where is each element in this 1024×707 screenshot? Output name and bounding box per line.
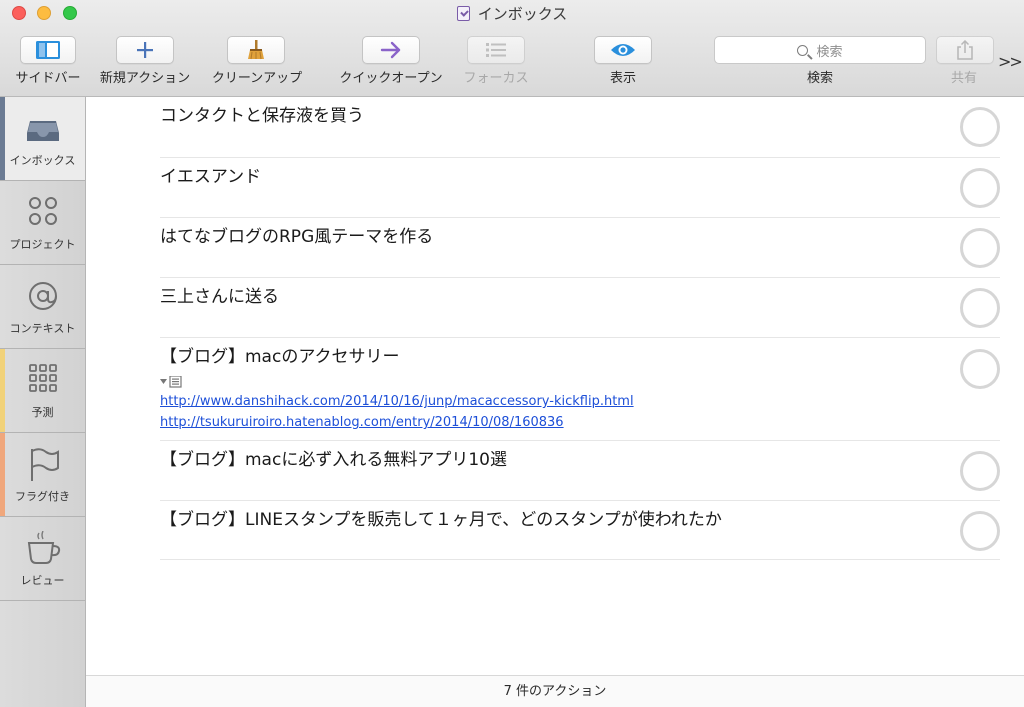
new-action-button-label: 新規アクション [99, 71, 191, 86]
action-title[interactable]: 【ブログ】macに必ず入れる無料アプリ10選 [160, 449, 507, 471]
sidebar-item-label: フラグ付き [15, 490, 70, 503]
quick-open-button[interactable] [362, 36, 420, 64]
window-title: インボックス [0, 4, 1024, 24]
coffee-cup-icon [27, 531, 61, 564]
window-title-text: インボックス [477, 5, 568, 23]
forecast-grid-icon [29, 364, 57, 392]
action-title[interactable]: はてなブログのRPG風テーマを作る [160, 226, 433, 248]
at-sign-icon [29, 282, 57, 310]
completion-checkbox[interactable] [960, 107, 1000, 147]
sidebar-item-contexts[interactable]: コンテキスト [0, 265, 85, 349]
share-button[interactable] [936, 36, 994, 64]
action-row[interactable]: コンタクトと保存液を買う [160, 97, 1000, 158]
note-link[interactable]: http://tsukuruiroiro.hatenablog.com/entr… [160, 414, 564, 432]
sidebar-item-inbox[interactable]: インボックス [0, 97, 85, 181]
action-row[interactable]: 三上さんに送る [160, 278, 1000, 338]
action-row[interactable]: 【ブログ】macに必ず入れる無料アプリ10選 [160, 441, 1000, 501]
flag-icon [31, 448, 59, 481]
toolbar-overflow-button[interactable]: >> [998, 52, 1023, 71]
cleanup-tool[interactable]: クリーンアップ [205, 36, 309, 90]
focus-list-icon [486, 43, 506, 57]
search-label: 検索 [806, 71, 833, 86]
sidebar-toggle-icon [36, 41, 60, 59]
view-button-label: 表示 [609, 71, 636, 86]
sidebar-item-review[interactable]: レビュー [0, 517, 85, 601]
view-button[interactable] [594, 36, 652, 64]
plus-icon [137, 42, 153, 58]
toolbar: インボックス サイドバー 新規アクション クリーンアップ クイックオープン フォ… [0, 0, 1024, 97]
note-link[interactable]: http://www.danshihack.com/2014/10/16/jun… [160, 393, 634, 411]
document-check-icon [456, 6, 470, 21]
focus-button-label: フォーカス [463, 71, 529, 86]
new-action-tool[interactable]: 新規アクション [94, 36, 196, 90]
action-title[interactable]: コンタクトと保存液を買う [160, 105, 364, 127]
share-icon [957, 40, 973, 60]
note-disclosure-icon[interactable] [160, 376, 184, 388]
arrow-right-icon [380, 41, 401, 59]
share-tool[interactable]: 共有 [934, 36, 994, 90]
inbox-icon [27, 121, 59, 141]
broom-icon [248, 40, 264, 60]
quick-open-tool[interactable]: クイックオープン [332, 36, 450, 90]
eye-icon [611, 44, 635, 56]
search-tool[interactable]: 検索 検索 [714, 36, 926, 90]
sidebar-item-label: コンテキスト [9, 322, 76, 335]
action-row[interactable]: はてなブログのRPG風テーマを作る [160, 218, 1000, 278]
action-row[interactable]: 【ブログ】macのアクセサリー http://www.danshihack.co… [160, 338, 1000, 441]
completion-checkbox[interactable] [960, 168, 1000, 208]
sidebar-item-flagged[interactable]: フラグ付き [0, 433, 85, 517]
sidebar-item-forecast[interactable]: 予測 [0, 349, 85, 433]
sidebar-tool[interactable]: サイドバー [12, 36, 84, 90]
cleanup-button-label: クリーンアップ [211, 71, 303, 86]
status-bar: 7 件のアクション [86, 675, 1024, 707]
action-row[interactable]: イエスアンド [160, 158, 1000, 218]
action-count: 7 件のアクション [503, 684, 607, 699]
sidebar-item-label: レビュー [20, 574, 65, 587]
search-placeholder: 検索 [816, 44, 843, 60]
cleanup-button[interactable] [227, 36, 285, 64]
action-list: コンタクトと保存液を買う イエスアンド はてなブログのRPG風テーマを作る 三上… [86, 97, 1024, 675]
completion-checkbox[interactable] [960, 511, 1000, 551]
focus-tool[interactable]: フォーカス [456, 36, 536, 90]
action-row[interactable]: 【ブログ】LINEスタンプを販売して１ヶ月で、どのスタンプが使われたか [160, 501, 1000, 560]
projects-icon [29, 197, 57, 225]
sidebar: インボックス プロジェクト コンテキスト 予測 フラグ付き レビュー [0, 97, 86, 707]
action-title[interactable]: 三上さんに送る [160, 286, 279, 308]
quick-open-button-label: クイックオープン [339, 71, 443, 86]
sidebar-item-projects[interactable]: プロジェクト [0, 181, 85, 265]
sidebar-item-label: インボックス [9, 154, 76, 167]
action-title[interactable]: 【ブログ】LINEスタンプを販売して１ヶ月で、どのスタンプが使われたか [160, 509, 722, 531]
new-action-button[interactable] [116, 36, 174, 64]
action-title[interactable]: 【ブログ】macのアクセサリー [160, 346, 399, 368]
sidebar-item-label: 予測 [31, 406, 54, 419]
sidebar-button-label: サイドバー [15, 71, 81, 86]
completion-checkbox[interactable] [960, 288, 1000, 328]
completion-checkbox[interactable] [960, 451, 1000, 491]
completion-checkbox[interactable] [960, 228, 1000, 268]
share-button-label: 共有 [950, 71, 977, 86]
search-input[interactable]: 検索 [714, 36, 926, 64]
action-title[interactable]: イエスアンド [160, 166, 261, 188]
sidebar-item-label: プロジェクト [9, 238, 76, 251]
sidebar-button[interactable] [20, 36, 76, 64]
search-icon [797, 44, 809, 56]
completion-checkbox[interactable] [960, 349, 1000, 389]
view-tool[interactable]: 表示 [588, 36, 658, 90]
focus-button[interactable] [467, 36, 525, 64]
